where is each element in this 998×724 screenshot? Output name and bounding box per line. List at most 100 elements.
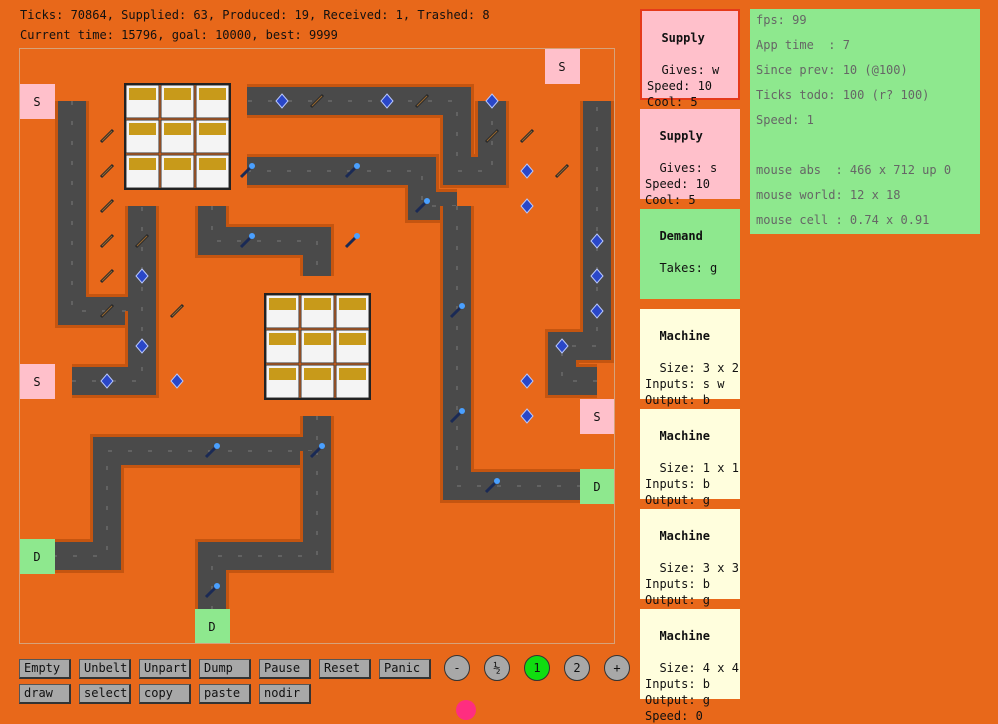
debug-panel: fps: 99 App time : 7 Since prev: 10 (@10…	[750, 9, 980, 234]
panel-title: Supply	[661, 31, 705, 45]
panel-title: Demand	[659, 229, 703, 243]
fps-readout: fps: 99	[756, 13, 807, 27]
game-board[interactable]: S S S S D D D	[19, 48, 615, 644]
machine-panel-3x3[interactable]: Machine Size: 3 x 3 Inputs: b Output: g …	[640, 509, 740, 623]
endpoint-label: D	[208, 620, 215, 634]
machine-cell-icon	[199, 123, 226, 135]
time-goal-line: Current time: 15796, goal: 10000, best: …	[20, 28, 338, 42]
dump-button[interactable]: Dump	[199, 659, 251, 679]
reset-button[interactable]: Reset	[319, 659, 371, 679]
gem-icon	[520, 408, 534, 424]
gem-icon	[170, 373, 184, 389]
stats-line: Ticks: 70864, Supplied: 63, Produced: 19…	[20, 8, 490, 22]
wand-icon	[214, 443, 220, 449]
machine-cell-icon	[164, 158, 191, 170]
wand-icon	[354, 233, 360, 239]
wand-icon	[214, 583, 220, 589]
wrench-icon	[556, 165, 568, 177]
ticks-todo-readout: Ticks todo: 100 (r? 100)	[756, 88, 930, 102]
panel-title: Machine	[659, 629, 711, 643]
since-prev-readout: Since prev: 10 (@100)	[756, 63, 908, 77]
wrench-icon	[101, 200, 113, 212]
panic-button[interactable]: Panic	[379, 659, 431, 679]
machine-cell-icon	[164, 123, 191, 135]
panel-details: Takes: g	[659, 261, 718, 275]
pause-button[interactable]: Pause	[259, 659, 311, 679]
machine-cell-icon	[339, 333, 366, 345]
speed-decrease-button[interactable]: -	[444, 655, 470, 681]
panel-title: Machine	[659, 529, 711, 543]
wrench-icon	[101, 165, 113, 177]
machine-cell-icon	[129, 158, 156, 170]
machine-panel-4x4[interactable]: Machine Size: 4 x 4 Inputs: b Output: g …	[640, 609, 740, 723]
unpart-button[interactable]: Unpart	[139, 659, 191, 679]
endpoint-label: S	[593, 410, 600, 424]
draw-mode-button[interactable]: draw	[19, 684, 71, 704]
wand-icon	[249, 233, 255, 239]
conveyor-belt	[37, 416, 331, 570]
empty-button[interactable]: Empty	[19, 659, 71, 679]
wand-icon	[459, 408, 465, 414]
wand-icon	[354, 163, 360, 169]
machine-cell-icon	[129, 88, 156, 100]
machine-cell-icon	[304, 333, 331, 345]
panel-details: Gives: w Speed: 10 Cool: 5	[647, 63, 720, 109]
panel-title: Machine	[659, 329, 711, 343]
select-mode-button[interactable]: select	[79, 684, 131, 704]
machine-cell-icon	[339, 368, 366, 380]
gem-icon	[520, 373, 534, 389]
machine-cell-icon	[199, 158, 226, 170]
mouse-abs-readout: mouse abs : 466 x 712 up 0	[756, 163, 952, 177]
mouse-cursor-indicator	[456, 700, 476, 720]
wand-icon	[319, 443, 325, 449]
mouse-world-readout: mouse world: 12 x 18	[756, 188, 901, 202]
machine-cell-icon	[269, 298, 296, 310]
panel-details: Gives: s Speed: 10 Cool: 5	[645, 161, 718, 207]
machine-cell-icon	[129, 123, 156, 135]
wand-icon	[494, 478, 500, 484]
machine-cell-icon	[304, 368, 331, 380]
speed-1-button[interactable]: 1	[524, 655, 550, 681]
demand-panel[interactable]: Demand Takes: g	[640, 209, 740, 299]
wrench-icon	[521, 130, 533, 142]
speed-2-button[interactable]: 2	[564, 655, 590, 681]
machine-cell-icon	[339, 298, 366, 310]
machine-cell-icon	[304, 298, 331, 310]
unbelt-button[interactable]: Unbelt	[79, 659, 131, 679]
wand-icon	[344, 235, 358, 249]
paste-button[interactable]: paste	[199, 684, 251, 704]
speed-half-button[interactable]: ½	[484, 655, 510, 681]
nodir-button[interactable]: nodir	[259, 684, 311, 704]
belt-border	[195, 451, 334, 626]
gem-icon	[520, 198, 534, 214]
wand-icon	[249, 163, 255, 169]
endpoint-label: S	[33, 95, 40, 109]
mouse-cell-readout: mouse cell : 0.74 x 0.91	[756, 213, 930, 227]
wand-icon	[424, 198, 430, 204]
panel-title: Machine	[659, 429, 711, 443]
endpoint-label: D	[593, 480, 600, 494]
app-time-readout: App time : 7	[756, 38, 850, 52]
speed-readout: Speed: 1	[756, 113, 814, 127]
machine-cell-icon	[269, 368, 296, 380]
machine-panel-1x1[interactable]: Machine Size: 1 x 1 Inputs: b Output: g …	[640, 409, 740, 523]
machine-panel-3x2[interactable]: Machine Size: 3 x 2 Inputs: s w Output: …	[640, 309, 740, 423]
machine-cell-icon	[199, 88, 226, 100]
wrench-icon	[101, 235, 113, 247]
panel-title: Supply	[659, 129, 703, 143]
speed-increase-button[interactable]: +	[604, 655, 630, 681]
endpoint-label: S	[33, 375, 40, 389]
wand-icon	[459, 303, 465, 309]
machine-cell-icon	[164, 88, 191, 100]
endpoint-label: D	[33, 550, 40, 564]
wrench-icon	[101, 270, 113, 282]
wrench-icon	[171, 305, 183, 317]
panel-details: Size: 4 x 4 Inputs: b Output: g Speed: 0	[645, 661, 739, 723]
board-canvas[interactable]: S S S S D D D	[20, 49, 614, 643]
supply-panel-s[interactable]: Supply Gives: s Speed: 10 Cool: 5	[640, 109, 740, 207]
copy-button[interactable]: copy	[139, 684, 191, 704]
gem-icon	[520, 163, 534, 179]
machine-cell-icon	[269, 333, 296, 345]
supply-panel-w[interactable]: Supply Gives: w Speed: 10 Cool: 5	[640, 9, 740, 109]
